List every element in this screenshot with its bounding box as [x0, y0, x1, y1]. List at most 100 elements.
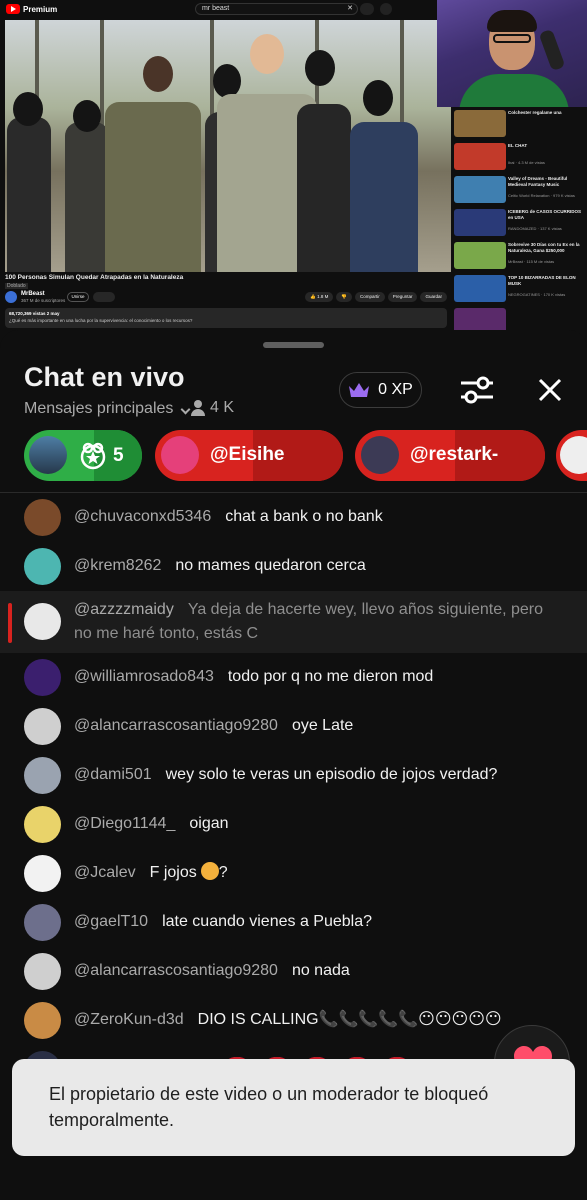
message-body: @Jcalev F jojos? — [74, 861, 554, 885]
message-text: no mames quedaron cerca — [175, 557, 366, 574]
chat-message[interactable]: @azzzzmaidy Ya deja de hacerte wey, llevo… — [0, 591, 587, 653]
chat-message[interactable]: @alancarrascosantiago9280 no nada — [0, 947, 587, 996]
share-button[interactable]: Compartir — [354, 292, 385, 302]
message-text: F jojos — [149, 864, 197, 881]
message-body: @Diego1144_ oigan — [74, 812, 554, 836]
like-button[interactable]: 👍 1.8 M — [305, 292, 334, 302]
message-text: no nada — [291, 962, 350, 979]
search-icon[interactable] — [360, 3, 374, 15]
clear-search-icon[interactable]: ✕ — [347, 4, 353, 14]
message-author[interactable]: @Diego1144_ — [74, 815, 175, 832]
avatar[interactable] — [24, 603, 61, 640]
recommendation-item[interactable]: Valley of Dreams - Beautiful Medieval Fa… — [452, 174, 587, 205]
recommendation-item[interactable]: Colchester regalame una — [452, 108, 587, 139]
message-body: @ZeroKun-d3d DIO IS CALLING📞📞📞📞📞😶😶😶😶😶 — [74, 1008, 554, 1032]
ask-button[interactable]: Preguntar — [387, 292, 418, 302]
avatar[interactable] — [24, 953, 61, 990]
youtube-logo[interactable]: Premium — [6, 3, 57, 15]
avatar — [361, 436, 399, 474]
avatar[interactable] — [24, 708, 61, 745]
description-box[interactable]: 68,720,369 vistas 2 may ¿Qué es más impo… — [5, 308, 447, 328]
channel-name[interactable]: MrBeast — [21, 291, 45, 297]
chat-message[interactable]: @chuvaconxd5346 chat a bank o no bank — [0, 493, 587, 542]
close-icon[interactable] — [534, 374, 566, 406]
recommendation-item[interactable]: EL CHAT Ibai · 4.3 M de vistas — [452, 141, 587, 172]
video-player[interactable] — [5, 20, 451, 272]
gift-membership-chip[interactable]: 5 — [24, 430, 142, 481]
sliders-icon[interactable] — [459, 375, 495, 405]
recommendation-meta: Ibai · 4.3 M de vistas — [508, 160, 545, 165]
recommendation-meta: Celtic World Relaxation · 979 K vistas — [508, 193, 575, 198]
chat-message[interactable]: @williamrosado843 todo por q no me dieron… — [0, 653, 587, 702]
recommendation-item[interactable]: Sobrevive 30 Días con tu Ex en la Natura… — [452, 240, 587, 271]
recommendation-thumbnail — [454, 242, 506, 269]
xp-button[interactable]: 0 XP — [339, 372, 422, 408]
avatar[interactable] — [24, 659, 61, 696]
super-chat-chip[interactable] — [556, 430, 587, 481]
drag-handle[interactable] — [263, 342, 324, 348]
message-author[interactable]: @williamrosado843 — [74, 668, 214, 685]
dubbed-badge: Doblado — [5, 283, 28, 289]
bell-icon[interactable] — [93, 292, 115, 302]
super-chat-author: @restark- — [410, 444, 499, 465]
message-author[interactable]: @ZeroKun-d3d — [74, 1011, 184, 1028]
stream-preview[interactable]: Premium mr beast ✕ 100 Personas Simulan … — [0, 0, 587, 330]
chat-message[interactable]: @ZeroKun-d3d DIO IS CALLING📞📞📞📞📞😶😶😶😶😶 — [0, 996, 587, 1045]
message-author[interactable]: @chuvaconxd5346 — [74, 508, 211, 525]
chat-message[interactable]: @dami501 wey solo te veras un episodio de… — [0, 751, 587, 800]
video-title[interactable]: 100 Personas Simulan Quedar Atrapadas en… — [5, 274, 445, 281]
avatar[interactable] — [24, 855, 61, 892]
message-author[interactable]: @Jcalev — [74, 864, 136, 881]
chat-mode-selector[interactable]: Mensajes principales — [24, 400, 191, 418]
recommendation-meta: RANDOMAZED · 137 K vistas — [508, 226, 562, 231]
dislike-button[interactable]: 👎 — [336, 292, 352, 302]
avatar[interactable] — [24, 757, 61, 794]
avatar[interactable] — [24, 548, 61, 585]
recommendation-title: Valley of Dreams - Beautiful Medieval Fa… — [508, 176, 568, 187]
mic-icon[interactable] — [380, 3, 392, 15]
recommendation-title: Colchester regalame una — [508, 110, 562, 115]
chat-message[interactable]: @Diego1144_ oigan — [0, 800, 587, 849]
recommendation-thumbnail — [454, 308, 506, 330]
super-chat-chip[interactable]: @restark- — [355, 430, 545, 481]
recommendation-item[interactable]: ICEBERG de CASOS OCURRIDOS en USA RANDOMA… — [452, 207, 587, 238]
emoji-icon — [200, 862, 219, 880]
message-author[interactable]: @azzzzmaidy — [74, 601, 174, 618]
message-author[interactable]: @alancarrascosantiago9280 — [74, 717, 278, 734]
youtube-top-bar: Premium mr beast ✕ — [0, 0, 450, 18]
avatar[interactable] — [24, 499, 61, 536]
message-body: @azzzzmaidy Ya deja de hacerte wey, llevo… — [74, 598, 554, 646]
avatar — [29, 436, 67, 474]
avatar[interactable] — [24, 1002, 61, 1039]
message-author[interactable]: @gaelT10 — [74, 913, 148, 930]
avatar[interactable] — [24, 806, 61, 843]
recommendations-list: Colchester regalame una EL CHAT Ibai · 4.3… — [452, 108, 587, 330]
message-author[interactable]: @alancarrascosantiago9280 — [74, 962, 278, 979]
chat-message[interactable]: @gaelT10 late cuando vienes a Puebla? — [0, 898, 587, 947]
gift-count: 5 — [113, 445, 124, 466]
save-button[interactable]: Guardar — [420, 292, 447, 302]
chat-messages: @chuvaconxd5346 chat a bank o no bank @kre… — [0, 493, 587, 1093]
super-chat-chip[interactable]: @Eisihe — [155, 430, 343, 481]
youtube-search-input[interactable]: mr beast ✕ — [195, 3, 358, 15]
channel-row: MrBeast 367 M de suscriptores Unirse 👍 1… — [5, 290, 447, 306]
recommendation-thumbnail — [454, 275, 506, 302]
recommendation-item[interactable]: TOP 10 BIZARRADAS DE ELON MUSK NEGROGATIN… — [452, 273, 587, 304]
channel-avatar[interactable] — [5, 291, 17, 303]
message-author[interactable]: @krem8262 — [74, 557, 161, 574]
chat-message[interactable]: @krem8262 no mames quedaron cerca — [0, 542, 587, 591]
message-author[interactable]: @dami501 — [74, 766, 152, 783]
message-text: late cuando vienes a Puebla? — [162, 913, 372, 930]
youtube-play-icon — [6, 4, 20, 14]
chat-message[interactable]: @alancarrascosantiago9280 oye Late — [0, 702, 587, 751]
avatar[interactable] — [24, 904, 61, 941]
recommendation-item[interactable] — [452, 306, 587, 330]
viewer-count: 4 K — [190, 399, 234, 417]
message-body: @krem8262 no mames quedaron cerca — [74, 554, 554, 578]
chat-message[interactable]: @Jcalev F jojos? — [0, 849, 587, 898]
message-text: wey solo te veras un episodio de jojos v… — [165, 766, 498, 783]
toast-message: El propietario de este video o un modera… — [49, 1084, 489, 1130]
like-count: 1.8 M — [317, 294, 329, 299]
recommendation-thumbnail — [454, 143, 506, 170]
join-button[interactable]: Unirse — [67, 292, 89, 302]
